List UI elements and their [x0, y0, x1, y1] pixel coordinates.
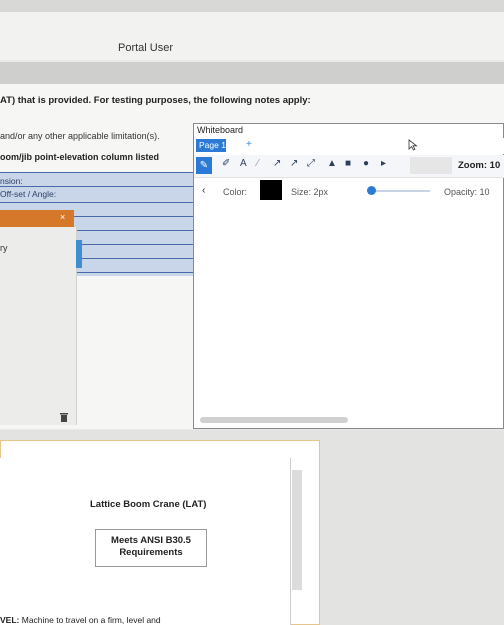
panel-scrollbar[interactable] [76, 240, 82, 268]
whiteboard-tab-bar [194, 138, 504, 154]
circle-tool-icon[interactable]: ● [363, 158, 369, 169]
top-bar [0, 0, 504, 12]
table-divider [0, 186, 196, 187]
opacity-label: Opacity: 10 [444, 187, 490, 197]
arrow-tool-2-icon[interactable]: ↗ [290, 158, 298, 169]
card-scrollbar[interactable] [292, 470, 302, 590]
table-divider [0, 172, 196, 173]
eraser-tool-icon[interactable]: ✐ [222, 158, 230, 169]
line-tool-icon[interactable]: ⁄ [257, 158, 259, 169]
column-note-text: oom/jib point-elevation column listed [0, 152, 160, 162]
trash-icon[interactable] [60, 412, 68, 422]
whiteboard-title: Whiteboard [197, 125, 244, 135]
zoom-label: Zoom: 10 [458, 160, 501, 171]
chevron-left-icon[interactable]: ‹ [202, 185, 205, 196]
ansi-requirements-box: Meets ANSI B30.5 Requirements [95, 529, 207, 567]
pen-tool-icon[interactable]: ✎ [196, 157, 212, 174]
add-tab-button[interactable]: + [246, 139, 252, 150]
ansi-line-2: Requirements [119, 547, 183, 558]
table-row-offset: Off-set / Angle: [0, 189, 57, 199]
text-tool-icon[interactable]: A [240, 158, 247, 169]
tab-page-1[interactable]: Page 1 [196, 139, 226, 152]
panel-list-item[interactable]: ry [0, 243, 8, 253]
whiteboard-horizontal-scrollbar[interactable] [200, 417, 348, 423]
table-row-dimension: nsion: [0, 176, 23, 186]
side-panel [0, 227, 77, 425]
color-swatch[interactable] [260, 180, 282, 200]
level-label: VEL: [0, 615, 20, 625]
crane-title: Lattice Boom Crane (LAT) [90, 499, 207, 510]
portal-user-label[interactable]: Portal User [118, 42, 173, 54]
double-arrow-tool-icon[interactable]: ⤢ [307, 158, 315, 169]
instruction-text: AT) that is provided. For testing purpos… [0, 95, 311, 106]
level-text: Machine to travel on a firm, level and [19, 615, 161, 625]
table-divider [0, 202, 196, 203]
size-slider-track[interactable] [368, 190, 430, 192]
arrow-tool-icon[interactable]: ↗ [273, 158, 281, 169]
square-tool-icon[interactable]: ■ [345, 158, 351, 169]
color-label: Color: [223, 187, 248, 197]
ansi-line-1: Meets ANSI B30.5 [111, 535, 191, 546]
mouse-cursor-icon [408, 139, 418, 151]
limitation-text: and/or any other applicable limitation(s… [0, 131, 160, 141]
level-note: VEL: Machine to travel on a firm, level … [0, 615, 161, 625]
triangle-tool-icon[interactable]: ▲ [327, 158, 337, 169]
toolbar-divider [410, 157, 452, 174]
pointer-tool-icon[interactable]: ▸ [381, 158, 386, 169]
panel-close-icon[interactable]: × [60, 212, 65, 222]
header-strip [0, 62, 504, 84]
size-label: Size: 2px [291, 187, 329, 197]
portal-header [0, 12, 504, 60]
